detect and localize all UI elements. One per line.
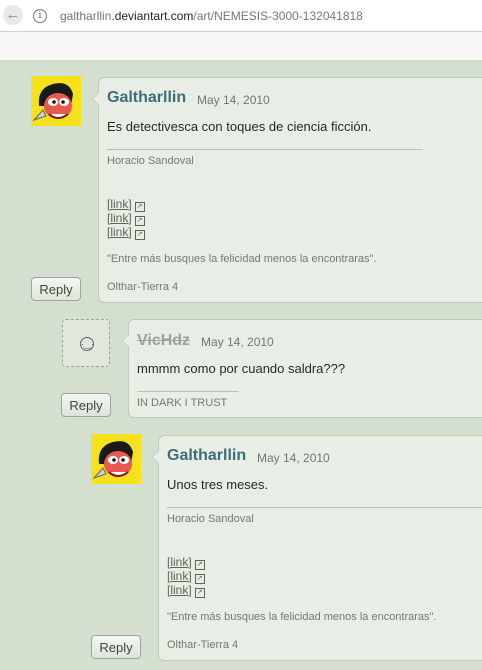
user-avatar[interactable] [91,434,141,484]
back-icon[interactable]: ← [3,5,23,25]
signature-link[interactable]: [link] ↗ [107,225,145,240]
comment-author[interactable]: Galtharllin [107,89,186,107]
comment-card: Galtharllin May 14, 2010 Unos tres meses… [152,435,482,661]
comment-date[interactable]: May 14, 2010 [257,451,330,465]
signature-divider [167,507,482,508]
external-link-icon: ↗ [134,230,145,240]
signature-link[interactable]: [link] ↗ [167,555,205,570]
signature-quote: "Entre más busques la felicidad menos la… [107,253,377,265]
signature-link[interactable]: [link] ↗ [107,197,145,212]
signature-text: IN DARK I TRUST [137,397,228,409]
signature-name: Horacio Sandoval [107,155,194,167]
comment-author[interactable]: Galtharllin [167,447,246,465]
user-avatar[interactable] [31,76,81,126]
comment-date[interactable]: May 14, 2010 [201,335,274,349]
info-icon[interactable]: i [33,9,47,23]
signature-link[interactable]: [link] ↗ [167,569,205,584]
signature-link[interactable]: [link] ↗ [107,211,145,226]
smiley-icon: ·‿· [80,337,95,351]
url-prefix: galtharllin [60,9,112,23]
reply-button[interactable]: Reply [61,393,111,417]
toolbar-strip [0,32,482,61]
signature-name: Horacio Sandoval [167,513,254,525]
reply-button[interactable]: Reply [31,277,81,301]
comment-card: Galtharllin May 14, 2010 Es detectivesca… [92,77,482,303]
signature-divider [137,391,239,392]
url-path: /art/NEMESIS-3000-132041818 [193,9,363,23]
address-bar: ← i galtharllin.deviantart.com/art/NEMES… [0,0,482,32]
comment-text: Es detectivesca con toques de ciencia fi… [107,119,372,134]
url-domain: .deviantart.com [111,9,194,23]
comment-text: mmmm como por cuando saldra??? [137,361,346,376]
comment-card: VicHdz May 14, 2010 mmmm como por cuando… [122,319,482,418]
signature-location: Olthar-Tierra 4 [107,281,179,293]
signature-divider [107,149,423,150]
default-avatar[interactable]: ·‿· [62,319,110,367]
signature-quote: "Entre más busques la felicidad menos la… [167,611,437,623]
comment-date[interactable]: May 14, 2010 [197,93,270,107]
external-link-icon: ↗ [194,588,205,598]
signature-link[interactable]: [link] ↗ [167,583,205,598]
reply-button[interactable]: Reply [91,635,141,659]
url-text[interactable]: galtharllin.deviantart.com/art/NEMESIS-3… [60,9,363,23]
comment-author-deleted: VicHdz [137,332,191,349]
signature-location: Olthar-Tierra 4 [167,639,239,651]
comment-text: Unos tres meses. [167,477,269,492]
